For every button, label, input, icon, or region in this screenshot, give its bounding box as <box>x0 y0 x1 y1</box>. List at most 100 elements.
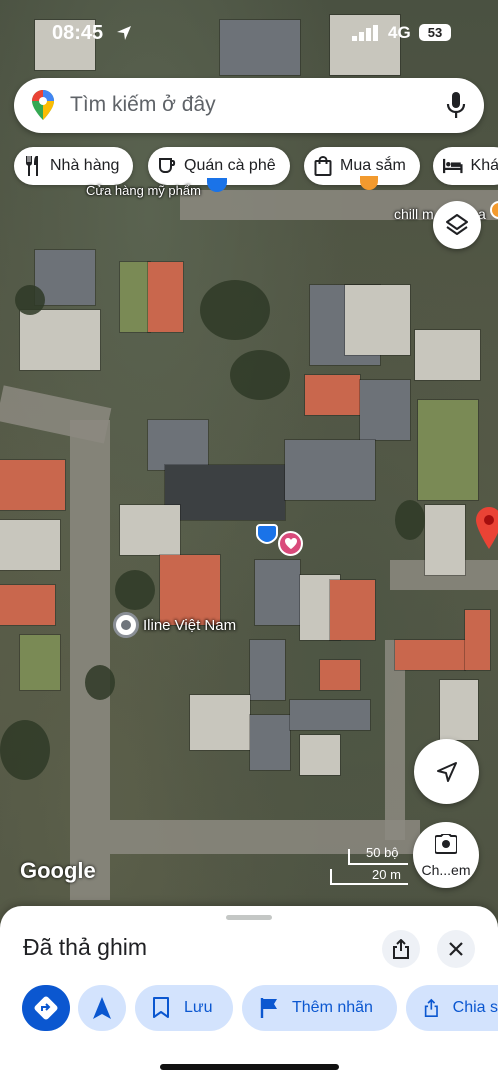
building <box>415 330 480 380</box>
status-time: 08:45 <box>52 22 104 44</box>
tree <box>15 285 45 315</box>
bookmark-icon <box>153 997 169 1018</box>
close-icon <box>449 942 463 956</box>
favorite-marker[interactable] <box>278 531 303 556</box>
save-button[interactable]: Lưu <box>135 985 233 1031</box>
bookmark-marker-icon[interactable] <box>256 524 278 544</box>
save-label: Lưu <box>184 999 213 1016</box>
maps-pin-icon <box>32 90 54 120</box>
map-label[interactable]: chill m <box>394 206 434 222</box>
mic-icon[interactable] <box>446 92 466 119</box>
building <box>440 680 478 740</box>
share-action-button[interactable]: Chia s <box>406 985 498 1031</box>
place-label[interactable]: Iline Việt Nam <box>143 617 236 634</box>
lens-label: Ch...em <box>421 862 471 878</box>
building <box>285 440 375 500</box>
signal-icon <box>352 25 378 41</box>
road <box>385 640 405 840</box>
building <box>165 465 285 520</box>
building <box>320 660 360 690</box>
building <box>20 635 60 690</box>
building <box>250 640 285 700</box>
drag-handle[interactable] <box>226 915 272 920</box>
network-type: 4G <box>388 23 411 42</box>
building <box>330 580 375 640</box>
camera-search-icon <box>435 834 457 854</box>
directions-button[interactable] <box>22 985 70 1031</box>
building <box>148 262 183 332</box>
chip-hotels[interactable]: Khá <box>433 147 498 185</box>
navigation-arrow-icon <box>93 997 111 1019</box>
building <box>395 640 465 670</box>
building <box>250 715 290 770</box>
building <box>418 400 478 500</box>
share-button[interactable] <box>382 930 420 968</box>
search-placeholder[interactable]: Tìm kiếm ở đây <box>70 93 216 117</box>
scale-meters: 20 m <box>372 867 401 882</box>
directions-icon <box>34 996 58 1020</box>
chip-label: Mua sắm <box>340 157 406 174</box>
battery-icon: 53 <box>419 24 451 41</box>
restaurant-icon <box>26 156 38 176</box>
shopping-bag-icon <box>314 156 332 176</box>
layers-icon <box>446 214 468 235</box>
tree <box>395 500 425 540</box>
chip-label: Nhà hàng <box>50 157 120 174</box>
chip-restaurants[interactable]: Nhà hàng <box>14 147 134 185</box>
start-navigation-button[interactable] <box>78 985 126 1031</box>
building <box>360 380 410 440</box>
category-chips: Nhà hàng Quán cà phê Mua sắm Khá <box>0 147 498 185</box>
status-bar: 08:45 4G 53 <box>0 0 498 60</box>
location-arrow-icon <box>117 26 131 40</box>
building <box>0 520 60 570</box>
tree <box>85 665 115 700</box>
add-label-button[interactable]: Thêm nhãn <box>242 985 397 1031</box>
building <box>190 695 250 750</box>
road <box>70 420 110 900</box>
tree <box>200 280 270 340</box>
flag-icon <box>260 998 277 1018</box>
lens-button[interactable]: Ch...em <box>413 822 479 888</box>
google-logo: Google <box>20 858 96 883</box>
map-label[interactable]: Cửa hàng mỹ phẩm <box>86 183 201 198</box>
building <box>120 505 180 555</box>
tree <box>115 570 155 610</box>
building <box>20 310 100 370</box>
place-marker[interactable] <box>113 612 139 638</box>
building <box>120 262 150 332</box>
share-icon <box>393 939 409 959</box>
heart-icon <box>284 538 297 549</box>
close-button[interactable] <box>437 930 475 968</box>
chip-label: Khá <box>470 157 498 174</box>
building <box>0 460 65 510</box>
hotel-icon <box>443 158 463 174</box>
share-icon <box>424 998 438 1017</box>
action-bar: Lưu Thêm nhãn Chia s <box>0 985 498 1031</box>
building <box>290 700 370 730</box>
building <box>345 285 410 355</box>
tree <box>0 720 50 780</box>
coffee-icon <box>159 158 176 173</box>
add-label-label: Thêm nhãn <box>292 999 373 1016</box>
home-indicator[interactable] <box>160 1064 339 1070</box>
sheet-title: Đã thả ghim <box>23 934 148 960</box>
building <box>425 505 465 575</box>
my-location-button[interactable] <box>414 739 479 804</box>
navigation-icon <box>436 761 457 782</box>
building <box>300 735 340 775</box>
search-bar[interactable]: Tìm kiếm ở đây <box>14 78 484 133</box>
scale-feet: 50 bộ <box>366 845 399 860</box>
tree <box>230 350 290 400</box>
building <box>305 375 360 415</box>
layers-button[interactable] <box>433 201 481 249</box>
building <box>160 555 220 625</box>
building <box>148 420 208 470</box>
building <box>0 585 55 625</box>
bottom-sheet[interactable]: Đã thả ghim Lưu Thêm nhãn Chia s <box>0 906 498 1080</box>
dropped-pin-icon[interactable] <box>476 507 498 549</box>
building <box>255 560 300 625</box>
share-label: Chia s <box>452 999 498 1016</box>
chip-label: Quán cà phê <box>184 157 276 174</box>
map-scale: 50 bộ 20 m <box>330 845 410 885</box>
building <box>465 610 490 670</box>
